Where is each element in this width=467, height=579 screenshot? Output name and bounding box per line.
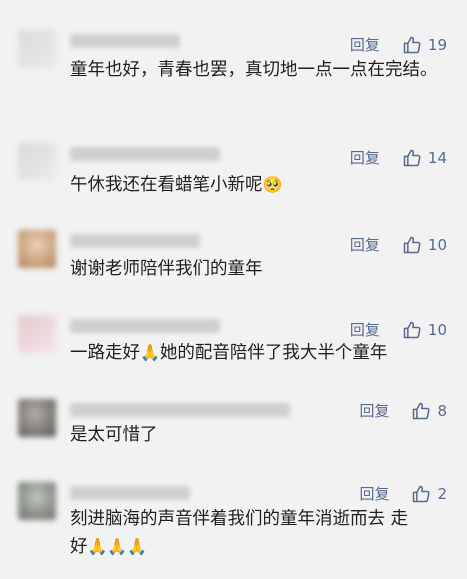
reply-button[interactable]: 回复	[359, 400, 389, 421]
like-button[interactable]: 14	[402, 148, 447, 168]
comment-section: { "comments": [ { "reply_label": "回复", "…	[0, 0, 467, 579]
comment-text: 童年也好，青春也罢，真切地一点一点在完结。	[70, 60, 438, 80]
avatar[interactable]	[18, 230, 56, 268]
like-button[interactable]: 10	[402, 235, 447, 255]
pleading-face-emoji: 🥺	[262, 175, 283, 194]
like-button[interactable]: 10	[402, 320, 447, 340]
like-button[interactable]: 8	[411, 401, 447, 421]
reply-button[interactable]: 回复	[359, 483, 389, 504]
reply-button[interactable]: 回复	[350, 147, 380, 168]
like-count: 8	[437, 401, 447, 420]
like-count: 2	[437, 484, 447, 503]
like-count: 10	[427, 235, 447, 254]
folded-hands-emoji: 🙏	[140, 343, 160, 362]
comment-text: 一路走好🙏她的配音陪伴了我大半个童年	[70, 339, 449, 367]
like-button[interactable]: 19	[402, 35, 447, 55]
comment-text-main: 午休我还在看蜡笔小新呢	[70, 175, 263, 195]
username-blurred	[70, 403, 290, 417]
avatar[interactable]	[18, 315, 56, 353]
like-count: 10	[427, 320, 447, 339]
avatar[interactable]	[18, 143, 56, 181]
comment-text: 谢谢老师陪伴我们的童年	[70, 259, 263, 279]
thumbs-up-icon	[403, 149, 421, 166]
reply-button[interactable]: 回复	[350, 34, 380, 55]
avatar[interactable]	[18, 482, 56, 520]
comment-text: 刻进脑海的声音伴着我们的童年消逝而去 走 好🙏🙏🙏	[70, 506, 449, 561]
comment-text: 午休我还在看蜡笔小新呢🥺	[70, 171, 449, 199]
folded-hands-emoji: 🙏🙏🙏	[87, 537, 148, 556]
comment-text-part2: 她的配音陪伴了我大半个童年	[159, 343, 388, 363]
reply-button[interactable]: 回复	[350, 234, 380, 255]
comment-text-line2: 好	[70, 537, 88, 557]
like-count: 19	[427, 35, 447, 54]
username-blurred	[70, 234, 200, 248]
comment-text: 是太可惜了	[70, 425, 158, 445]
comment-text-line1: 刻进脑海的声音伴着我们的童年消逝而去 走	[70, 509, 409, 529]
username-blurred	[70, 34, 180, 48]
thumbs-up-icon	[403, 36, 421, 53]
thumbs-up-icon	[413, 402, 430, 419]
reply-button[interactable]: 回复	[350, 319, 380, 340]
thumbs-up-icon	[413, 485, 430, 502]
username-blurred	[70, 486, 190, 500]
comment-text-part1: 一路走好	[70, 343, 140, 363]
username-blurred	[70, 147, 220, 161]
avatar[interactable]	[18, 30, 56, 68]
avatar[interactable]	[18, 399, 56, 437]
like-count: 14	[427, 148, 447, 167]
thumbs-up-icon	[403, 321, 421, 338]
like-button[interactable]: 2	[411, 484, 447, 504]
username-blurred	[70, 319, 220, 333]
thumbs-up-icon	[403, 236, 421, 253]
